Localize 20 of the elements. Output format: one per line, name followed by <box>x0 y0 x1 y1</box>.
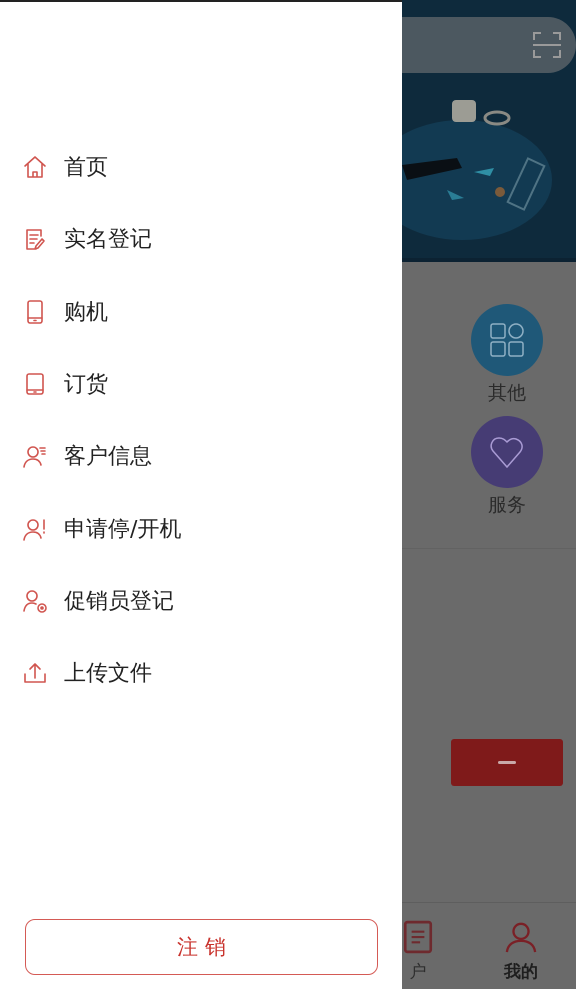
menu-item[interactable]: 客户信息 <box>0 420 402 492</box>
menu-item[interactable]: 首页 <box>0 131 402 204</box>
user-badge-icon <box>22 588 48 614</box>
logout-button[interactable]: 注 销 <box>25 919 378 975</box>
menu-item[interactable]: 购机 <box>0 276 402 348</box>
menu-item[interactable]: 申请停/开机 <box>0 492 402 565</box>
menu-item[interactable]: 上传文件 <box>0 637 402 710</box>
category-label: 服务 <box>488 493 526 518</box>
person-icon <box>505 920 537 954</box>
home-icon <box>22 154 48 180</box>
dash-icon <box>498 761 516 764</box>
search-bar[interactable] <box>402 17 576 73</box>
document-icon <box>402 920 434 954</box>
menu-item[interactable]: 实名登记 <box>0 203 402 276</box>
scan-icon[interactable] <box>532 30 562 60</box>
menu-item[interactable]: 促销员登记 <box>0 564 402 638</box>
menu-item[interactable]: 订货 <box>0 348 402 420</box>
category-label: 其他 <box>488 381 526 406</box>
user-list-icon <box>22 443 48 470</box>
grid-icon <box>489 322 525 358</box>
